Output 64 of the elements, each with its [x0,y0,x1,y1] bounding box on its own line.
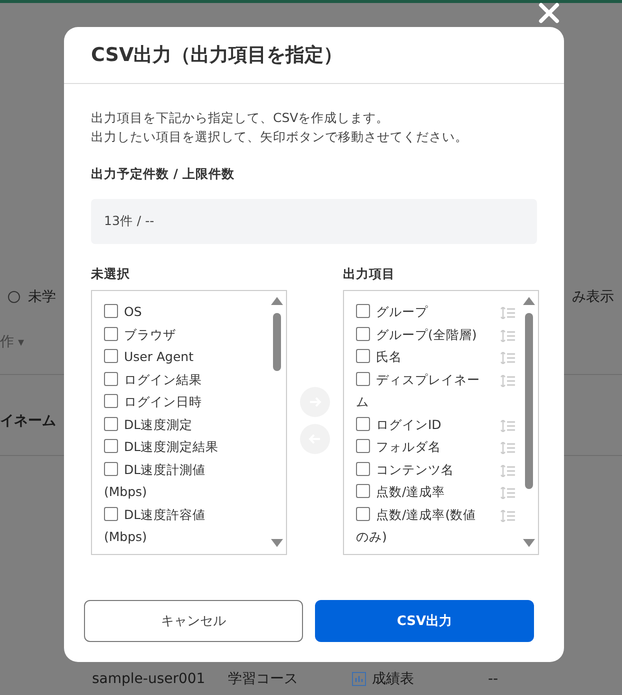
sort-handle-icon[interactable] [500,307,516,319]
sort-handle-icon[interactable] [500,510,516,522]
description-text: 出力項目を下記から指定して、CSVを作成します。 [91,109,390,127]
checkbox[interactable] [356,349,370,363]
list-label: 未選択 [91,266,131,283]
count-label: 出力予定件数 / 上限件数 [91,166,236,183]
sort-handle-icon[interactable] [500,487,516,499]
sort-handle-icon[interactable] [500,352,516,364]
checkbox[interactable] [104,349,118,363]
radio-button[interactable] [8,291,20,303]
list-item[interactable]: DL速度計測値 (Mbps) [104,458,236,504]
list-item[interactable]: 点数/達成率 [356,481,486,504]
dialog-title: CSV出力（出力項目を指定） [91,43,343,68]
report-link[interactable]: 成績表 [372,670,414,688]
cancel-button[interactable]: キャンセル [84,600,303,642]
list-item[interactable]: ログインID [356,414,486,436]
checkbox[interactable] [104,326,118,340]
filter-option[interactable]: み表示 [572,288,614,306]
export-button[interactable]: CSV出力 [315,600,534,642]
checkbox[interactable] [356,439,370,453]
sort-handle-icon[interactable] [500,374,516,386]
sort-handle-icon[interactable] [500,442,516,454]
table-cell-text: sample-user001 [92,671,206,687]
checkbox[interactable] [356,326,370,340]
list-item[interactable]: DL速度測定 [104,414,236,436]
list-item[interactable]: OS [104,301,236,324]
checkbox[interactable] [104,304,118,318]
list-label: 出力項目 [343,266,396,283]
checkbox[interactable] [104,439,118,453]
checkbox[interactable] [356,372,370,386]
checkbox[interactable] [356,462,370,476]
checkbox[interactable] [104,394,118,408]
sort-handle-icon[interactable] [500,464,516,476]
checkbox[interactable] [104,506,118,520]
checkbox[interactable] [104,372,118,386]
count-value: 13件 / -- [91,199,537,244]
list-item[interactable]: グループ(全階層) [356,324,486,346]
list-item[interactable]: DL速度許容値 (Mbps) [104,504,236,548]
close-icon[interactable] [538,2,560,24]
list-item[interactable]: ディスプレイネーム [356,368,486,414]
table-cell-text: 学習コース [228,670,299,688]
checkbox[interactable] [356,506,370,520]
sort-handle-icon[interactable] [500,420,516,432]
list-item[interactable]: ログイン日時 [104,391,236,414]
list-item[interactable]: グループ [356,301,486,324]
checkbox[interactable] [356,416,370,430]
sort-handle-icon[interactable] [500,330,516,342]
checkbox[interactable] [356,304,370,318]
list-item[interactable]: DL速度測定結果 [104,436,236,458]
table-cell: -- [488,671,498,687]
checkbox[interactable] [104,416,118,430]
list-item[interactable]: User Agent [104,346,236,368]
list-item[interactable]: 氏名 [356,346,486,368]
column-header: イネーム [0,412,56,430]
checkbox[interactable] [104,462,118,476]
filter-option[interactable]: 未学 [28,288,56,306]
list-item[interactable]: フォルダ名 [356,436,486,458]
description-text: 出力したい項目を選択して、矢印ボタンで移動させてください。 [91,128,469,146]
list-item[interactable]: ブラウザ [104,324,236,346]
list-item[interactable]: コンテンツ名 [356,458,486,481]
chart-icon [352,672,366,686]
checkbox[interactable] [356,484,370,498]
list-item[interactable]: ログイン結果 [104,368,236,391]
list-item[interactable]: 点数/達成率(数値のみ) [356,504,486,548]
